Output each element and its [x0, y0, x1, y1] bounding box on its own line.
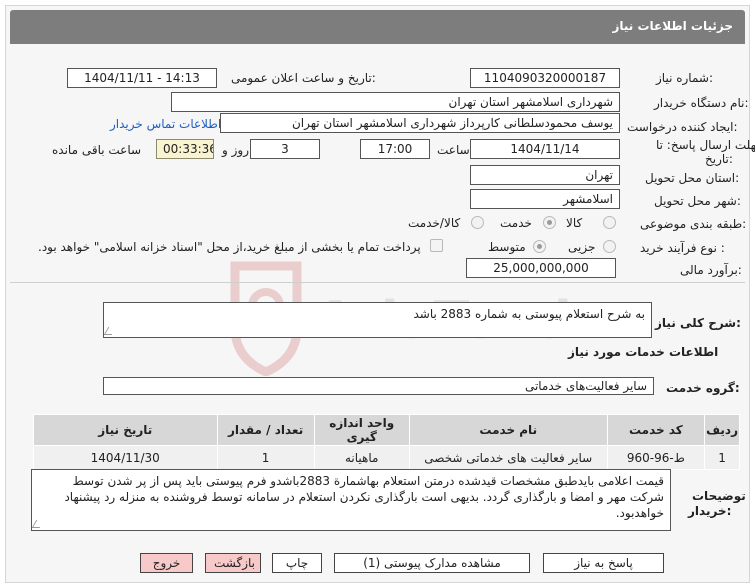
view-attachments-button[interactable]: مشاهده مدارک پیوستی (1) — [334, 553, 530, 573]
process-medium-label: متوسط — [488, 240, 526, 254]
table-header-row: ردیف کد خدمت نام خدمت واحد اندازه گیری ت… — [33, 414, 740, 446]
cell-unit: ماهیانه — [313, 445, 410, 470]
category-goods-service-label: کالا/خدمت — [408, 216, 461, 230]
creator-label: ایجاد کننده درخواست: — [627, 120, 738, 134]
remaining-time-label: ساعت باقی مانده — [52, 143, 142, 157]
cell-need-date: 1404/11/30 — [33, 445, 218, 470]
process-partial-radio[interactable] — [603, 240, 616, 253]
table-row: 1 ط-96-960 سایر فعالیت های خدماتی شخصی م… — [33, 445, 740, 470]
need-number-label: شماره نیاز: — [656, 71, 714, 85]
treasury-payment-checkbox[interactable] — [430, 239, 443, 252]
col-header-service-code: کد خدمت — [606, 414, 706, 446]
section-divider — [10, 282, 745, 283]
deadline-hour-label: ساعت — [437, 143, 470, 157]
announce-date-field: 1404/11/11 - 14:13 — [67, 68, 217, 88]
process-label: نوع فرآیند خرید : — [640, 241, 725, 255]
deadline-time-field: 17:00 — [360, 139, 430, 159]
announce-date-label: تاریخ و ساعت اعلان عمومی: — [231, 71, 376, 85]
days-remaining-field: 3 — [250, 139, 320, 159]
col-header-quantity: تعداد / مقدار — [216, 414, 315, 446]
cell-row-number: 1 — [704, 445, 740, 470]
remaining-time-field: 00:33:36 — [156, 139, 214, 159]
buyer-org-label: نام دستگاه خریدار: — [654, 96, 749, 110]
back-button[interactable]: بازگشت — [205, 553, 261, 573]
panel-header: جزئیات اطلاعات نیاز — [10, 10, 745, 44]
category-goods-radio[interactable] — [603, 216, 616, 229]
category-label: طبقه بندی موضوعی: — [640, 217, 747, 231]
col-header-row-number: ردیف — [704, 414, 740, 446]
process-partial-label: جزیی — [568, 240, 596, 254]
buyer-notes-label-line1: توضیحات — [692, 489, 746, 503]
panel-title: جزئیات اطلاعات نیاز — [612, 19, 733, 33]
city-field: اسلامشهر — [470, 189, 620, 209]
deadline-date-field: 1404/11/14 — [470, 139, 620, 159]
service-group-label: گروه خدمت: — [666, 381, 740, 395]
reply-button[interactable]: پاسخ به نیاز — [543, 553, 664, 573]
buyer-notes-label-line2: خریدار: — [688, 504, 732, 518]
creator-field: یوسف محمودسلطانی کارپرداز شهرداری اسلامش… — [220, 113, 620, 133]
general-desc-textarea[interactable]: به شرح استعلام پیوستی به شماره 2883 باشد — [103, 302, 652, 338]
general-desc-text: به شرح استعلام پیوستی به شماره 2883 باشد — [413, 307, 645, 321]
col-header-unit: واحد اندازه گیری — [313, 414, 410, 446]
category-goods-label: کالا — [566, 216, 583, 230]
general-desc-label: شرح کلی نیاز: — [655, 316, 741, 330]
exit-button[interactable]: خروج — [140, 553, 193, 573]
print-button[interactable]: چاپ — [272, 553, 322, 573]
need-number-field: 1104090320000187 — [470, 68, 620, 88]
col-header-need-date: تاریخ نیاز — [33, 414, 218, 446]
category-goods-service-radio[interactable] — [471, 216, 484, 229]
cell-service-name: سایر فعالیت های خدماتی شخصی — [408, 445, 608, 470]
services-table: ردیف کد خدمت نام خدمت واحد اندازه گیری ت… — [33, 414, 740, 470]
province-field: تهران — [470, 165, 620, 185]
cell-quantity: 1 — [216, 445, 315, 470]
buyer-notes-text: قیمت اعلامی بایدطبق مشخصات قیدشده درمتن … — [64, 474, 664, 520]
province-label: استان محل تحویل: — [645, 171, 740, 185]
deadline-label-line2: تاریخ: — [705, 152, 733, 166]
process-medium-radio[interactable] — [533, 240, 546, 253]
budget-field: 25,000,000,000 — [466, 258, 616, 278]
category-service-radio[interactable] — [543, 216, 556, 229]
service-group-field: سایر فعالیت‌های خدماتی — [103, 377, 654, 395]
resize-grip-icon[interactable] — [32, 520, 45, 528]
category-service-label: خدمت — [500, 216, 532, 230]
buyer-notes-textarea[interactable]: قیمت اعلامی بایدطبق مشخصات قیدشده درمتن … — [31, 469, 671, 531]
days-label: روز و — [222, 143, 249, 157]
resize-grip-icon[interactable] — [104, 327, 117, 335]
buyer-org-field: شهرداری اسلامشهر استان تهران — [171, 92, 620, 112]
deadline-label-line1: مهلت ارسال پاسخ: تا — [656, 138, 755, 152]
cell-service-code: ط-96-960 — [606, 445, 706, 470]
buyer-contact-link[interactable]: اطلاعات تماس خریدار — [110, 117, 221, 131]
budget-label: برآورد مالی: — [680, 263, 742, 277]
col-header-service-name: نام خدمت — [408, 414, 608, 446]
treasury-payment-note: پرداخت تمام یا بخشی از مبلغ خرید،از محل … — [38, 240, 421, 254]
city-label: شهر محل تحویل: — [654, 194, 741, 208]
services-section-title: اطلاعات خدمات مورد نیاز — [568, 345, 719, 359]
